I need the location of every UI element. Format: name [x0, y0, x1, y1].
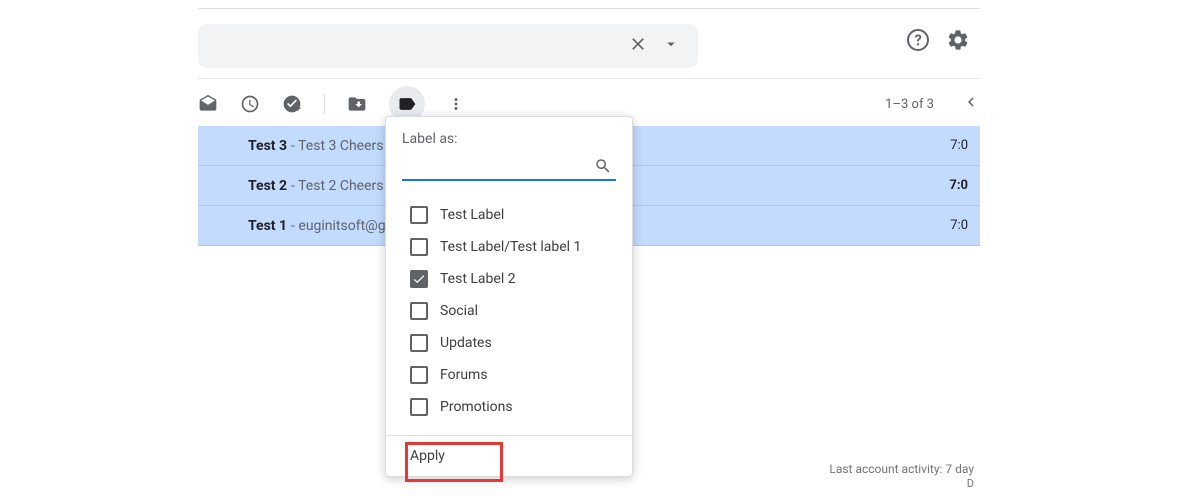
label-name: Social [440, 303, 478, 319]
email-time: 7:0 [950, 218, 968, 233]
snooze-icon[interactable] [240, 94, 260, 114]
label-name: Test Label/Test label 1 [440, 239, 581, 255]
apply-button[interactable]: Apply [386, 436, 632, 476]
label-item[interactable]: Social [386, 295, 632, 327]
label-as-popup: Label as: Test Label Test Label/Test labe… [385, 116, 633, 477]
email-time: 7:0 [950, 138, 968, 153]
checkbox-icon[interactable] [410, 302, 428, 320]
checkbox-icon[interactable] [410, 206, 428, 224]
move-to-icon[interactable] [347, 94, 367, 114]
email-preview: - euginitsoft@g [291, 218, 386, 234]
mark-read-icon[interactable] [198, 94, 218, 114]
search-bar[interactable] [198, 24, 698, 68]
label-name: Promotions [440, 399, 513, 415]
email-time: 7:0 [949, 178, 968, 193]
toolbar-separator [324, 94, 325, 114]
search-icon [594, 157, 612, 179]
label-name: Test Label [440, 207, 504, 223]
checkbox-icon[interactable] [410, 270, 428, 288]
email-subject: Test 1 [248, 218, 287, 234]
label-item[interactable]: Updates [386, 327, 632, 359]
label-name: Forums [440, 367, 488, 383]
checkbox-icon[interactable] [410, 238, 428, 256]
email-preview: - Test 2 Cheers [291, 178, 383, 194]
label-item[interactable]: Test Label/Test label 1 [386, 231, 632, 263]
label-name: Updates [440, 335, 492, 351]
search-options-dropdown-icon[interactable] [662, 35, 680, 57]
label-item[interactable]: Test Label [386, 199, 632, 231]
label-item[interactable]: Promotions [386, 391, 632, 423]
footer-activity: Last account activity: 7 day [829, 462, 974, 476]
checkbox-icon[interactable] [410, 366, 428, 384]
help-icon[interactable] [906, 28, 930, 56]
settings-gear-icon[interactable] [946, 28, 970, 56]
label-item[interactable]: Forums [386, 359, 632, 391]
clear-search-icon[interactable] [628, 34, 648, 58]
checkbox-icon[interactable] [410, 334, 428, 352]
popup-title: Label as: [386, 131, 632, 155]
label-search-input[interactable] [402, 155, 616, 181]
add-task-icon[interactable] [282, 94, 302, 114]
email-subject: Test 2 [248, 178, 287, 194]
email-subject: Test 3 [248, 138, 287, 154]
footer-small: D [967, 477, 974, 490]
label-name: Test Label 2 [440, 271, 516, 287]
more-icon[interactable] [447, 95, 465, 113]
pagination-count: 1–3 of 3 [885, 97, 934, 112]
label-item[interactable]: Test Label 2 [386, 263, 632, 295]
checkbox-icon[interactable] [410, 398, 428, 416]
prev-page-icon[interactable] [962, 93, 980, 115]
email-preview: - Test 3 Cheers [291, 138, 383, 154]
